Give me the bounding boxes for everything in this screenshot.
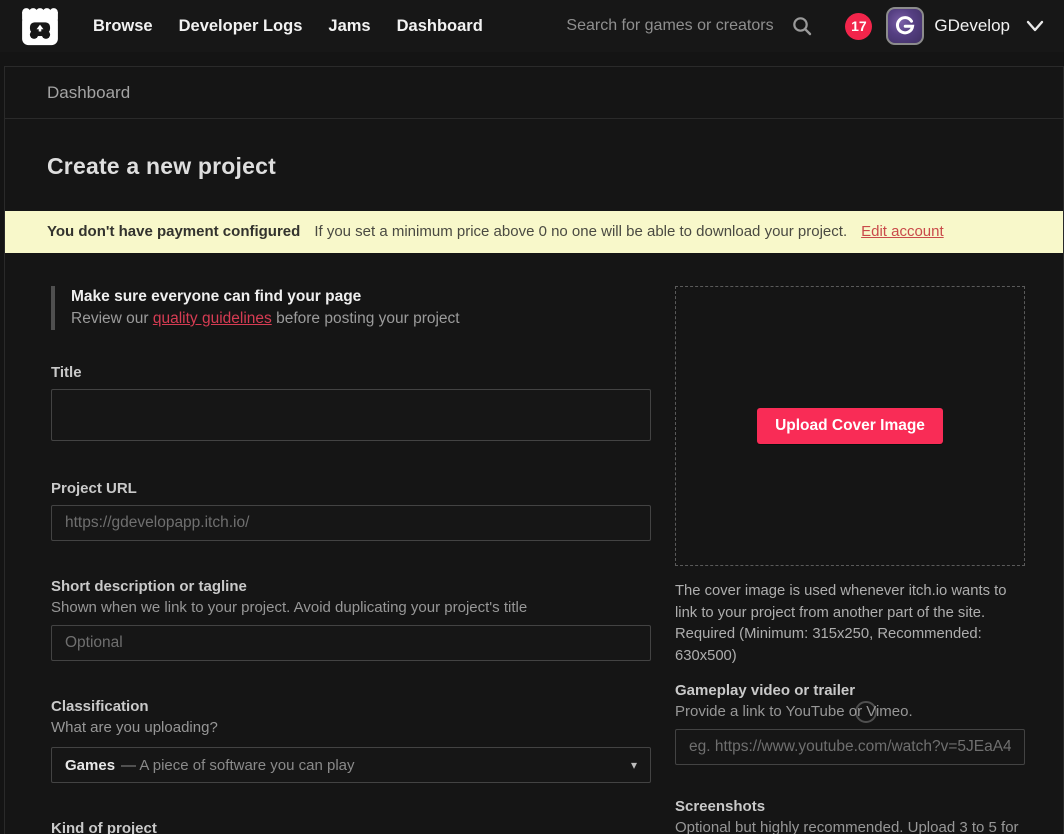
title-input[interactable]: [51, 389, 651, 441]
chevron-down-icon: [1026, 19, 1044, 33]
cover-image-dropzone[interactable]: Upload Cover Image: [675, 286, 1025, 566]
breadcrumb: Dashboard: [5, 67, 1063, 119]
nav-item-dashboard[interactable]: Dashboard: [384, 17, 496, 36]
screenshots-help: Optional but highly recommended. Upload …: [675, 817, 1025, 834]
username: GDevelop: [934, 16, 1010, 36]
quality-guidelines-link[interactable]: quality guidelines: [153, 310, 272, 327]
nav-links: Browse Developer Logs Jams Dashboard: [80, 17, 496, 36]
quality-notice-title: Make sure everyone can find your page: [71, 286, 651, 308]
nav-right-group: 17 GDevelop: [566, 7, 1044, 45]
quality-notice: Make sure everyone can find your page Re…: [51, 286, 651, 330]
select-caret-icon: ▾: [631, 758, 637, 772]
payment-warning-banner: You don't have payment configured If you …: [5, 211, 1063, 253]
search-icon: [791, 15, 813, 37]
itchio-logo[interactable]: [18, 4, 64, 48]
classification-selected-desc: — A piece of software you can play: [121, 757, 354, 774]
title-label: Title: [51, 364, 82, 381]
banner-text: If you set a minimum price above 0 no on…: [314, 223, 847, 240]
search-button[interactable]: [787, 11, 817, 41]
form-left-column: Make sure everyone can find your page Re…: [51, 286, 651, 834]
short-description-label: Short description or tagline: [51, 578, 247, 595]
page-title: Create a new project: [5, 119, 1063, 211]
gameplay-video-input[interactable]: [675, 729, 1025, 765]
page-frame: Dashboard Create a new project You don't…: [4, 66, 1064, 834]
quality-notice-post: before posting your project: [272, 310, 460, 327]
project-url-label: Project URL: [51, 480, 137, 497]
form-right-column: Upload Cover Image The cover image is us…: [675, 286, 1025, 834]
project-url-input[interactable]: [51, 505, 651, 541]
search-input[interactable]: [566, 17, 781, 35]
classification-selected-value: Games: [65, 757, 115, 774]
gdevelop-logo-icon: [893, 14, 917, 38]
classification-select[interactable]: Games — A piece of software you can play…: [51, 747, 651, 783]
upload-cover-image-button[interactable]: Upload Cover Image: [757, 408, 943, 444]
short-description-input[interactable]: [51, 625, 651, 661]
itchio-logo-icon: [18, 5, 62, 47]
screenshots-label: Screenshots: [675, 798, 765, 815]
edit-account-link[interactable]: Edit account: [861, 223, 944, 240]
nav-item-browse[interactable]: Browse: [80, 17, 166, 36]
top-navigation: Browse Developer Logs Jams Dashboard 17 …: [0, 0, 1064, 52]
classification-help: What are you uploading?: [51, 717, 651, 739]
nav-item-developer-logs[interactable]: Developer Logs: [166, 17, 316, 36]
nav-item-jams[interactable]: Jams: [315, 17, 383, 36]
breadcrumb-dashboard-link[interactable]: Dashboard: [47, 83, 130, 103]
kind-of-project-label: Kind of project: [51, 819, 651, 834]
banner-bold-text: You don't have payment configured: [47, 223, 300, 240]
user-menu[interactable]: GDevelop: [934, 16, 1044, 36]
gameplay-video-label: Gameplay video or trailer: [675, 682, 855, 699]
avatar[interactable]: [886, 7, 924, 45]
gameplay-video-help: Provide a link to YouTube or Vimeo.: [675, 701, 1025, 723]
quality-notice-pre: Review our: [71, 310, 153, 327]
short-description-help: Shown when we link to your project. Avoi…: [51, 597, 651, 619]
cover-image-help: The cover image is used whenever itch.io…: [675, 581, 1025, 667]
form-columns: Make sure everyone can find your page Re…: [5, 253, 1063, 834]
quality-notice-subtitle: Review our quality guidelines before pos…: [71, 308, 651, 330]
classification-label: Classification: [51, 698, 149, 715]
notification-badge[interactable]: 17: [845, 13, 872, 40]
